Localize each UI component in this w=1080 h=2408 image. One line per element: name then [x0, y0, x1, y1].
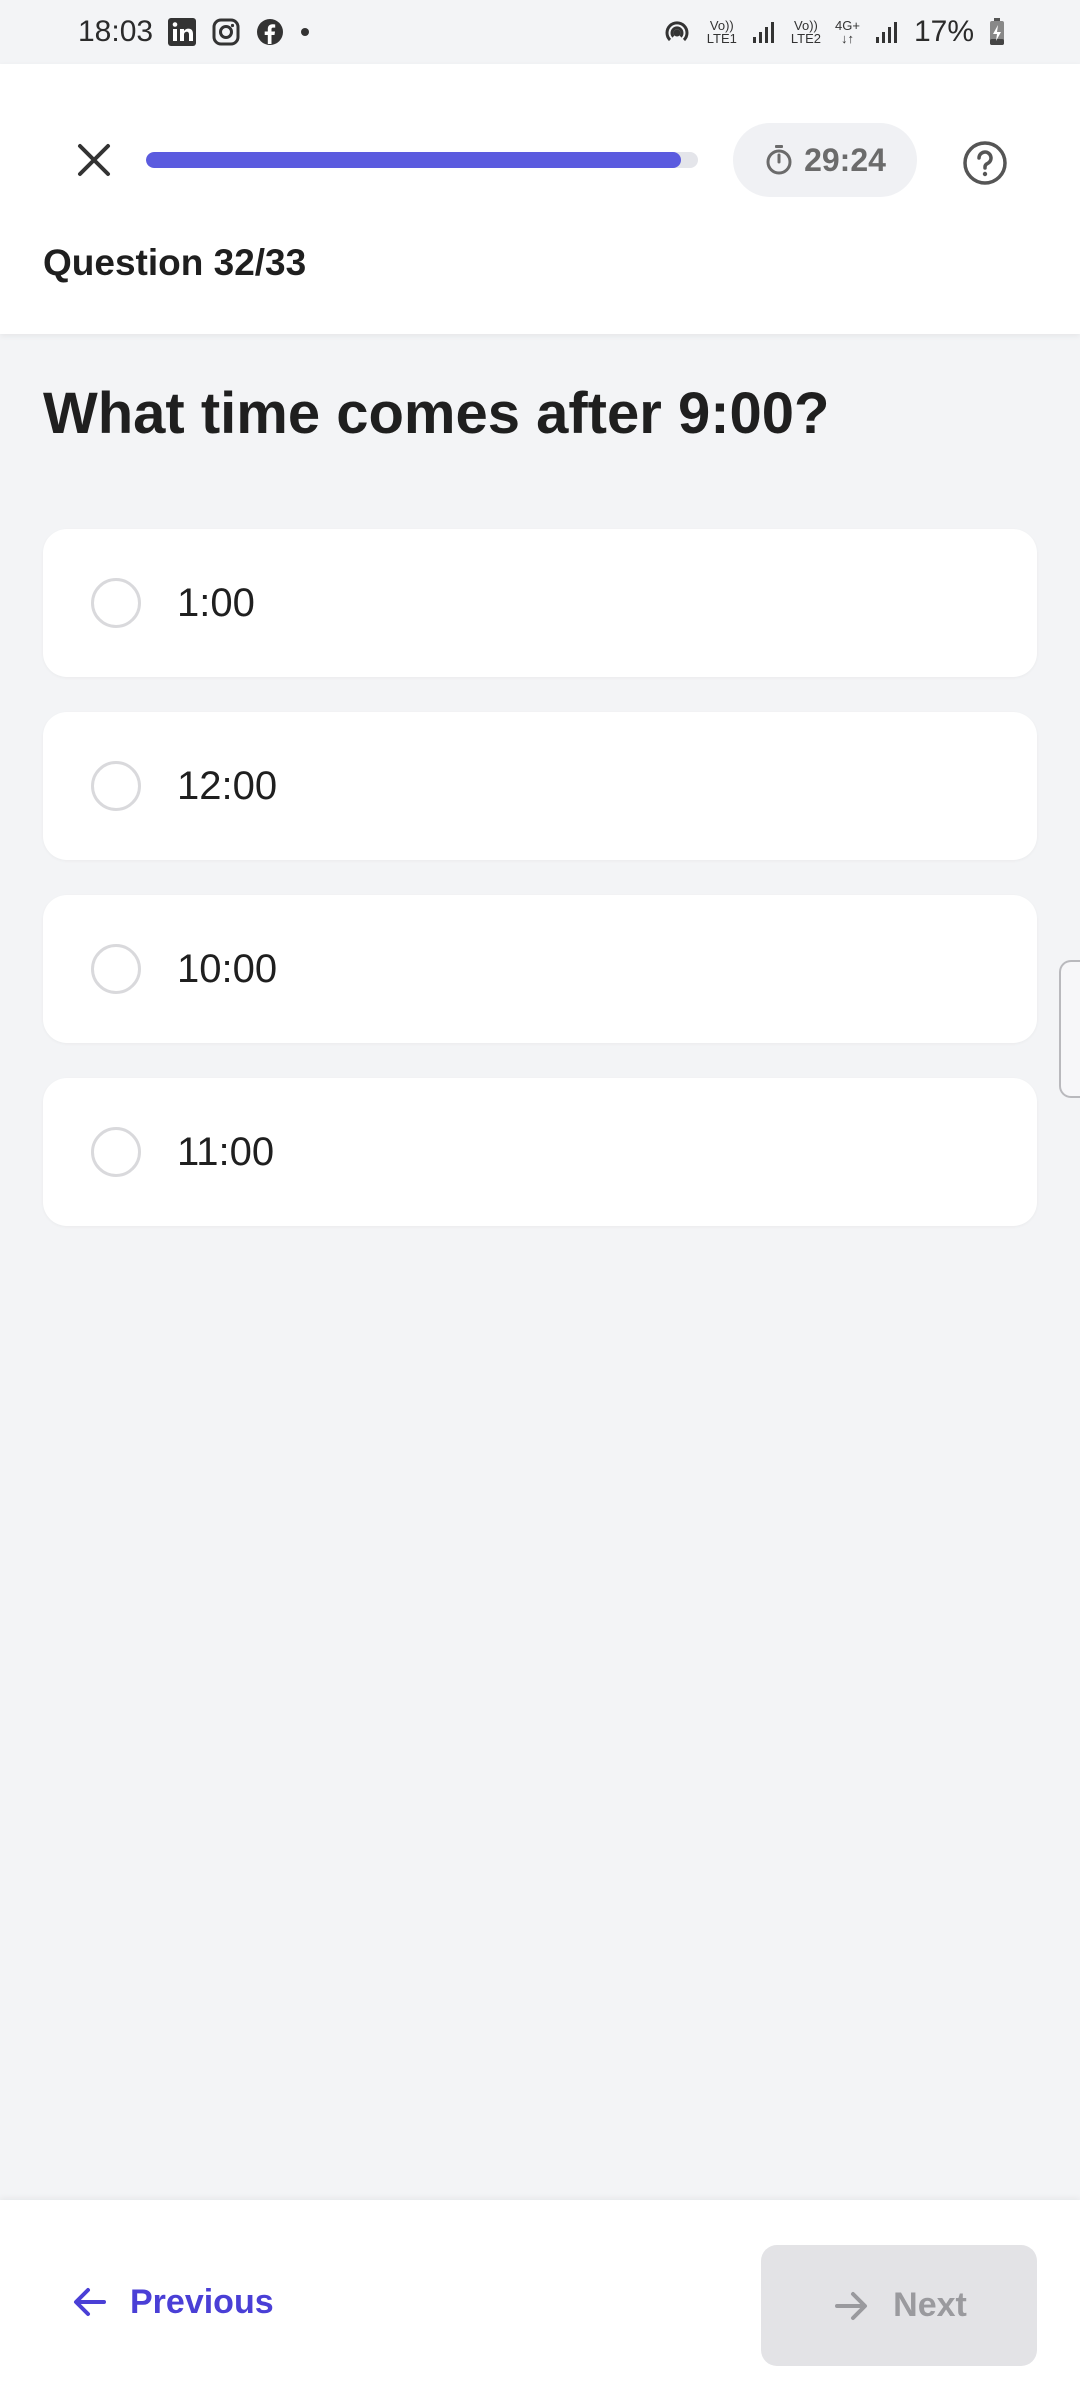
- help-button[interactable]: [960, 138, 1010, 188]
- facebook-icon: [255, 17, 285, 47]
- answer-option[interactable]: 1:00: [43, 529, 1037, 677]
- quiz-progress-fill: [146, 152, 682, 168]
- hotspot-icon: [661, 17, 693, 47]
- battery-charging-icon: [988, 17, 1006, 47]
- instagram-icon: [211, 17, 241, 47]
- arrow-right-icon: [835, 2291, 868, 2320]
- answer-option[interactable]: 12:00: [43, 712, 1037, 860]
- sim1-volte-indicator: Vo)) LTE1: [707, 19, 737, 45]
- close-icon: [78, 144, 110, 176]
- close-button[interactable]: [70, 136, 118, 184]
- navigation-footer: Previous Next: [0, 2200, 1080, 2408]
- signal-sim1-icon: [751, 19, 777, 45]
- edge-panel-handle[interactable]: [1059, 960, 1080, 1098]
- sim1-lte-text: LTE1: [706, 31, 737, 46]
- quiz-progress-bar: [146, 152, 698, 168]
- timer-badge: 29:24: [733, 123, 917, 197]
- previous-button-label: Previous: [130, 2282, 274, 2321]
- answer-option[interactable]: 11:00: [43, 1078, 1037, 1226]
- answer-options: 1:00 12:00 10:00 11:00: [43, 529, 1037, 1261]
- arrow-left-icon: [74, 2288, 106, 2316]
- radio-button[interactable]: [91, 1127, 141, 1177]
- question-counter: Question 32/33: [43, 242, 307, 283]
- status-time: 18:03: [78, 15, 154, 48]
- notification-dot-icon: [299, 26, 311, 38]
- network-type-text: 4G+: [835, 18, 860, 33]
- radio-button[interactable]: [91, 944, 141, 994]
- signal-sim2-icon: [874, 19, 900, 45]
- status-bar: 18:03 Vo)) LTE1 Vo)) LTE2 4G+ ↓↑ 17%: [0, 0, 1080, 64]
- quiz-header: 29:24 Question 32/33: [0, 64, 1080, 334]
- answer-option-label: 11:00: [177, 1129, 275, 1174]
- previous-button[interactable]: Previous: [70, 2270, 274, 2334]
- next-button[interactable]: Next: [761, 2245, 1037, 2366]
- answer-option-label: 1:00: [177, 580, 255, 625]
- linkedin-icon: [167, 17, 197, 47]
- radio-button[interactable]: [91, 761, 141, 811]
- radio-button[interactable]: [91, 578, 141, 628]
- answer-option-label: 10:00: [177, 946, 278, 991]
- timer-value: 29:24: [804, 141, 886, 178]
- battery-percent: 17%: [913, 15, 974, 48]
- answer-option-label: 12:00: [177, 763, 278, 808]
- question-mark-icon: [963, 141, 1007, 185]
- question-title: What time comes after 9:00?: [43, 381, 830, 446]
- answer-option[interactable]: 10:00: [43, 895, 1037, 1043]
- stopwatch-icon: [766, 145, 792, 175]
- next-button-label: Next: [893, 2286, 967, 2324]
- network-type-indicator: 4G+ ↓↑: [835, 18, 860, 46]
- sim2-volte-indicator: Vo)) LTE2: [791, 19, 821, 45]
- sim2-lte-text: LTE2: [790, 31, 822, 46]
